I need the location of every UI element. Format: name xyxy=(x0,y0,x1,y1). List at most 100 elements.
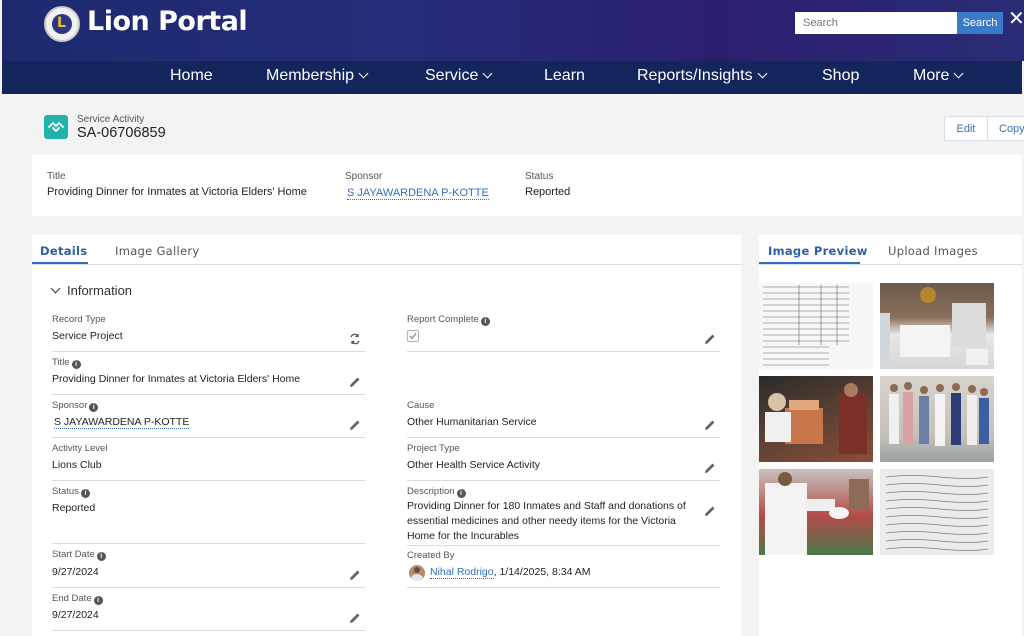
checkmark-icon xyxy=(409,333,417,340)
field-label-project-type: Project Type xyxy=(407,443,460,454)
image-thumbnail-distribution[interactable] xyxy=(759,469,873,555)
change-record-type-icon[interactable] xyxy=(349,333,361,345)
nav-more[interactable]: More xyxy=(913,67,964,85)
field-divider xyxy=(52,543,365,544)
field-value-end-date: 9/27/2024 xyxy=(52,609,99,621)
nav-learn[interactable]: Learn xyxy=(544,67,585,85)
tab-upload-images[interactable]: Upload Images xyxy=(888,244,978,258)
image-thumbnail-lamp-lighting[interactable] xyxy=(759,376,873,462)
edit-pencil-icon[interactable] xyxy=(349,376,361,388)
top-header: Lion Portal Search ✕ xyxy=(2,0,1024,61)
field-label-cause: Cause xyxy=(407,400,435,411)
edit-pencil-icon[interactable] xyxy=(704,419,716,431)
tab-divider xyxy=(759,264,1022,265)
edit-pencil-icon[interactable] xyxy=(349,612,361,624)
field-label-description: Description i xyxy=(407,486,466,498)
info-icon[interactable]: i xyxy=(93,596,103,605)
info-icon[interactable]: i xyxy=(89,403,99,412)
highlight-status-value: Reported xyxy=(525,186,571,198)
field-value-description: Providing Dinner for 180 Inmates and Sta… xyxy=(407,500,686,542)
field-value-start-date: 9/27/2024 xyxy=(52,566,99,578)
field-label-activity-level: Activity Level xyxy=(52,443,108,454)
highlight-sponsor-label: Sponsor xyxy=(345,171,383,182)
image-thumbnail-handwritten-list[interactable] xyxy=(880,469,994,555)
details-card: Details Image Gallery Information Record… xyxy=(32,235,741,636)
field-value-cause: Other Humanitarian Service xyxy=(407,416,537,428)
field-divider xyxy=(52,630,365,631)
field-label-report-complete: Report Complete i xyxy=(407,314,490,326)
nav-reports-insights[interactable]: Reports/Insights xyxy=(637,67,768,85)
field-divider xyxy=(407,480,720,481)
chevron-down-icon xyxy=(954,68,964,79)
info-icon[interactable]: i xyxy=(480,317,490,326)
field-divider xyxy=(52,587,365,588)
info-icon[interactable]: i xyxy=(456,489,466,498)
field-label-end-date: End Date i xyxy=(52,593,103,605)
chevron-down-icon xyxy=(757,68,768,79)
nav-service[interactable]: Service xyxy=(425,67,493,85)
tab-divider xyxy=(32,264,741,265)
field-label-record-type: Record Type xyxy=(52,314,106,325)
user-avatar xyxy=(409,565,425,581)
record-id: SA-06706859 xyxy=(77,125,166,141)
highlight-title-label: Title xyxy=(47,171,66,182)
nav-home[interactable]: Home xyxy=(170,67,213,85)
chevron-down-icon xyxy=(482,68,493,79)
info-icon[interactable]: i xyxy=(96,552,106,561)
handshake-icon xyxy=(44,115,68,139)
field-label-title: Title i xyxy=(52,357,81,369)
field-value-record-type: Service Project xyxy=(52,330,123,342)
image-thumbnail-group-photo[interactable] xyxy=(880,376,994,462)
field-value-title: Providing Dinner for Inmates at Victoria… xyxy=(52,373,301,385)
field-divider xyxy=(52,394,365,395)
tab-details[interactable]: Details xyxy=(40,244,87,258)
info-icon[interactable]: i xyxy=(71,360,81,369)
info-icon[interactable]: i xyxy=(80,489,90,498)
edit-button[interactable]: Edit xyxy=(944,116,988,141)
field-value-status: Reported xyxy=(52,502,96,514)
highlight-sponsor-link[interactable]: S JAYAWARDENA P-KOTTE xyxy=(347,187,489,200)
image-thumbnail-document[interactable] xyxy=(759,283,873,369)
image-thumbnail-donations[interactable] xyxy=(880,283,994,369)
highlights-panel: Title Providing Dinner for Inmates at Vi… xyxy=(32,155,1022,216)
field-divider xyxy=(407,437,720,438)
section-information-toggle[interactable]: Information xyxy=(50,283,132,298)
field-label-sponsor: Sponsor i xyxy=(52,400,99,412)
record-object-type: Service Activity xyxy=(77,114,145,125)
chevron-down-icon xyxy=(358,68,369,79)
copy-button[interactable]: Copy xyxy=(987,116,1024,141)
tab-image-preview[interactable]: Image Preview xyxy=(768,244,868,258)
field-divider xyxy=(407,351,720,352)
highlight-title-value: Providing Dinner for Inmates at Victoria… xyxy=(47,186,307,198)
field-divider xyxy=(52,437,365,438)
created-by-user-link[interactable]: Nihal Rodrigo xyxy=(430,566,494,579)
edit-pencil-icon[interactable] xyxy=(704,462,716,474)
search-input[interactable] xyxy=(795,12,957,34)
field-value-activity-level: Lions Club xyxy=(52,459,102,471)
field-value-project-type: Other Health Service Activity xyxy=(407,459,541,471)
field-divider xyxy=(407,545,720,546)
field-value-sponsor-link[interactable]: S JAYAWARDENA P-KOTTE xyxy=(54,416,190,429)
field-divider xyxy=(407,587,720,588)
search-button[interactable]: Search xyxy=(957,12,1003,34)
highlight-status-label: Status xyxy=(525,171,554,182)
lions-logo-icon[interactable] xyxy=(44,6,80,42)
field-divider xyxy=(52,351,365,352)
image-card: Image Preview Upload Images xyxy=(759,235,1022,636)
field-value-created-by: Nihal Rodrigo, 1/14/2025, 8:34 AM xyxy=(430,566,591,579)
report-complete-checkbox[interactable] xyxy=(407,330,419,342)
edit-pencil-icon[interactable] xyxy=(349,419,361,431)
edit-pencil-icon[interactable] xyxy=(704,505,716,517)
nav-membership[interactable]: Membership xyxy=(266,67,369,85)
tab-image-gallery[interactable]: Image Gallery xyxy=(115,244,200,258)
field-label-created-by: Created By xyxy=(407,550,455,561)
brand-title[interactable]: Lion Portal xyxy=(87,6,248,37)
field-divider xyxy=(52,480,365,481)
edit-pencil-icon[interactable] xyxy=(704,333,716,345)
main-nav: Home Membership Service Learn Reports/In… xyxy=(2,61,1022,94)
nav-shop[interactable]: Shop xyxy=(822,67,859,85)
field-label-status: Status i xyxy=(52,486,90,498)
close-icon[interactable]: ✕ xyxy=(1008,9,1024,29)
field-label-start-date: Start Date i xyxy=(52,549,106,561)
edit-pencil-icon[interactable] xyxy=(349,569,361,581)
